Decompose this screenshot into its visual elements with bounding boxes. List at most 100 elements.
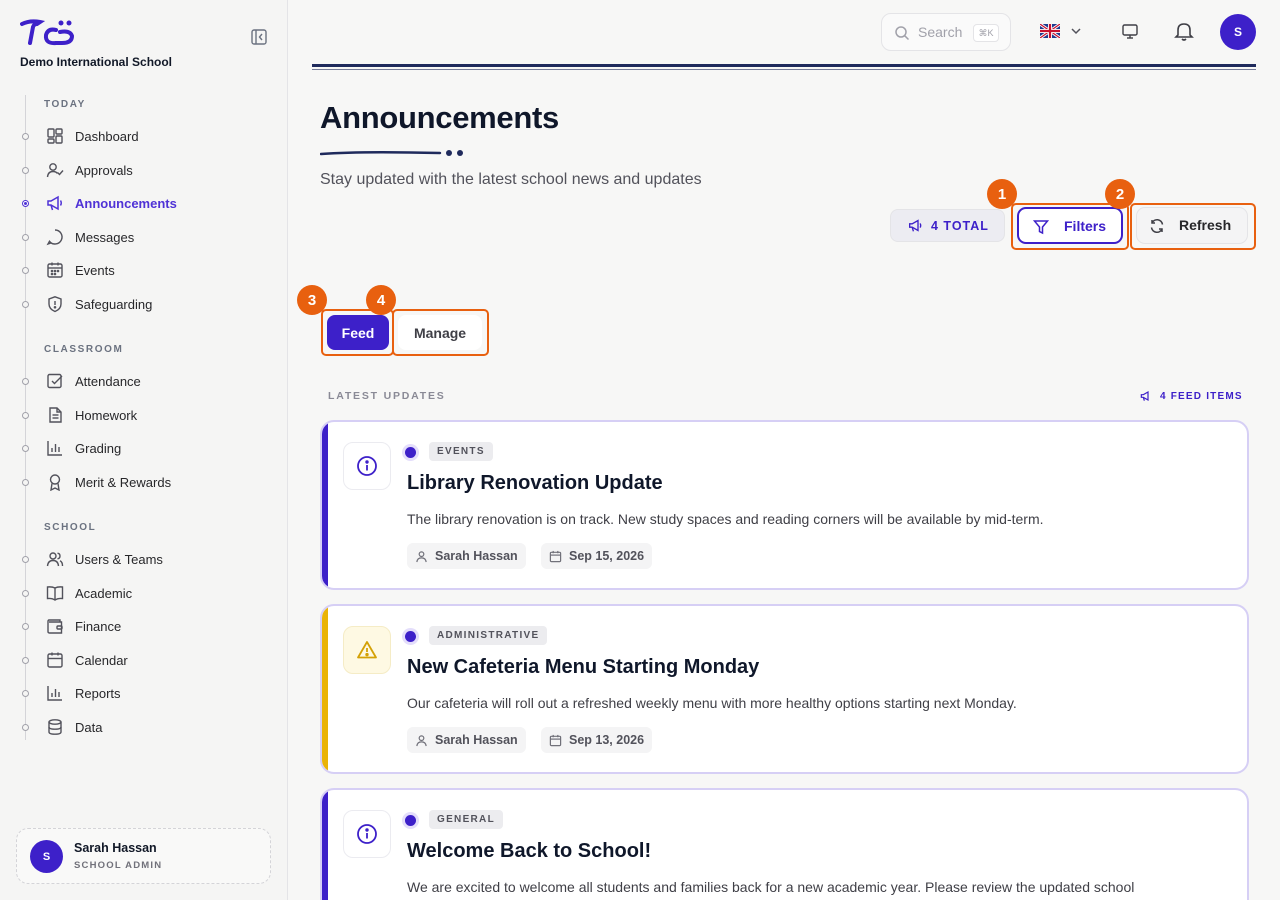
sidebar-item-label: Announcements xyxy=(75,196,177,211)
bar-chart-icon xyxy=(47,686,62,701)
sidebar-item-label: Messages xyxy=(75,230,135,245)
card-author: Sarah Hassan xyxy=(407,727,526,753)
sidebar-item-users-teams[interactable]: Users & Teams xyxy=(20,545,270,573)
sidebar-item-reports[interactable]: Reports xyxy=(20,679,270,707)
collapse-sidebar-icon[interactable] xyxy=(250,28,268,46)
sidebar-item-label: Attendance xyxy=(75,374,141,389)
bar-chart-icon xyxy=(47,441,62,456)
annotation-box-feed xyxy=(321,309,394,356)
announcement-card[interactable]: EVENTS Library Renovation Update The lib… xyxy=(320,420,1249,590)
sidebar-item-calendar[interactable]: Calendar xyxy=(20,646,270,674)
card-author-name: Sarah Hassan xyxy=(435,549,518,563)
unread-dot xyxy=(405,815,416,826)
wallet-icon xyxy=(47,619,63,634)
feed-count-badge: 4 FEED ITEMS xyxy=(1140,390,1243,402)
card-accent-bar xyxy=(322,606,328,772)
card-accent-bar xyxy=(322,790,328,900)
user-name: Sarah Hassan xyxy=(74,841,157,855)
info-icon xyxy=(357,456,377,476)
card-body: We are excited to welcome all students a… xyxy=(407,879,1135,895)
search-input[interactable]: Search ⌘K xyxy=(881,13,1011,51)
school-logo[interactable] xyxy=(20,18,76,48)
annotation-marker-3: 3 xyxy=(297,285,327,315)
sidebar-item-safeguarding[interactable]: Safeguarding xyxy=(20,290,270,318)
sidebar-item-label: Users & Teams xyxy=(75,552,163,567)
sidebar-item-grading[interactable]: Grading xyxy=(20,434,270,462)
shield-icon xyxy=(48,296,62,313)
announcement-card[interactable]: GENERAL Welcome Back to School! We are e… xyxy=(320,788,1249,900)
user-avatar[interactable]: S xyxy=(1220,14,1256,50)
card-icon-box xyxy=(343,626,391,674)
sidebar-item-label: Homework xyxy=(75,408,138,423)
card-body: The library renovation is on track. New … xyxy=(407,511,1044,527)
annotation-marker-1: 1 xyxy=(987,179,1017,209)
card-date: Sep 15, 2026 xyxy=(541,543,653,569)
card-body: Our cafeteria will roll out a refreshed … xyxy=(407,695,1017,711)
checkbox-icon xyxy=(47,373,63,389)
sidebar-item-merit-rewards[interactable]: Merit & Rewards xyxy=(20,468,270,496)
card-title[interactable]: Library Renovation Update xyxy=(407,472,663,495)
document-icon xyxy=(49,407,62,423)
sidebar-item-dashboard[interactable]: Dashboard xyxy=(20,122,270,150)
unread-dot xyxy=(405,447,416,458)
card-title[interactable]: New Cafeteria Menu Starting Monday xyxy=(407,656,759,679)
monitor-icon[interactable] xyxy=(1121,22,1139,40)
users-icon xyxy=(46,552,64,567)
user-role: SCHOOL ADMIN xyxy=(74,860,163,871)
feed-count-label: 4 FEED ITEMS xyxy=(1160,390,1243,402)
header-rule-thin xyxy=(312,69,1256,70)
total-count-label: 4 TOTAL xyxy=(931,218,989,233)
megaphone-icon xyxy=(909,219,922,232)
sidebar-item-label: Academic xyxy=(75,586,133,601)
uk-flag-icon[interactable] xyxy=(1040,24,1060,38)
chat-icon xyxy=(46,229,63,246)
sidebar-item-label: Safeguarding xyxy=(75,297,153,312)
sidebar-item-homework[interactable]: Homework xyxy=(20,401,270,429)
sidebar-item-label: Dashboard xyxy=(75,129,139,144)
sidebar-item-label: Approvals xyxy=(75,163,133,178)
card-title[interactable]: Welcome Back to School! xyxy=(407,840,651,863)
sidebar-item-label: Data xyxy=(75,720,103,735)
chevron-down-icon[interactable] xyxy=(1069,24,1083,38)
sidebar-item-attendance[interactable]: Attendance xyxy=(20,367,270,395)
database-icon xyxy=(48,719,62,735)
search-placeholder: Search xyxy=(918,24,963,40)
megaphone-icon xyxy=(47,195,62,211)
sidebar-item-approvals[interactable]: Approvals xyxy=(20,156,270,184)
dashboard-icon xyxy=(47,128,63,144)
category-tag: GENERAL xyxy=(429,810,503,829)
announcement-card[interactable]: ADMINISTRATIVE New Cafeteria Menu Starti… xyxy=(320,604,1249,774)
sidebar-item-messages[interactable]: Messages xyxy=(20,223,270,251)
annotation-marker-4: 4 xyxy=(366,285,396,315)
calendar-icon xyxy=(549,550,562,562)
sidebar-item-finance[interactable]: Finance xyxy=(20,612,270,640)
card-icon-box xyxy=(343,442,391,490)
book-icon xyxy=(46,586,64,601)
megaphone-icon xyxy=(1140,390,1149,402)
card-author: Sarah Hassan xyxy=(407,543,526,569)
sidebar-item-academic[interactable]: Academic xyxy=(20,579,270,607)
school-name: Demo International School xyxy=(20,55,173,69)
sidebar-item-label: Merit & Rewards xyxy=(75,475,172,490)
card-icon-box xyxy=(343,810,391,858)
current-user-card[interactable]: S Sarah Hassan SCHOOL ADMIN xyxy=(16,828,271,884)
card-author-name: Sarah Hassan xyxy=(435,733,518,747)
sidebar-item-data[interactable]: Data xyxy=(20,713,270,741)
annotation-box-manage xyxy=(392,309,489,356)
card-date-text: Sep 15, 2026 xyxy=(569,549,645,563)
card-accent-bar xyxy=(322,422,328,588)
total-count-badge: 4 TOTAL xyxy=(890,209,1005,242)
bell-icon[interactable] xyxy=(1173,20,1195,42)
category-tag: ADMINISTRATIVE xyxy=(429,626,548,645)
sidebar-item-announcements[interactable]: Announcements xyxy=(20,189,270,217)
annotation-box-refresh xyxy=(1130,203,1256,250)
info-icon xyxy=(357,824,377,844)
page-title: Announcements xyxy=(320,100,559,135)
unread-dot xyxy=(405,631,416,642)
calendar-icon xyxy=(47,652,63,668)
card-date-text: Sep 13, 2026 xyxy=(569,733,645,747)
nav-section-today: TODAY xyxy=(44,99,86,110)
calendar-icon xyxy=(549,734,562,746)
user-check-icon xyxy=(46,163,64,178)
sidebar-item-events[interactable]: Events xyxy=(20,256,270,284)
